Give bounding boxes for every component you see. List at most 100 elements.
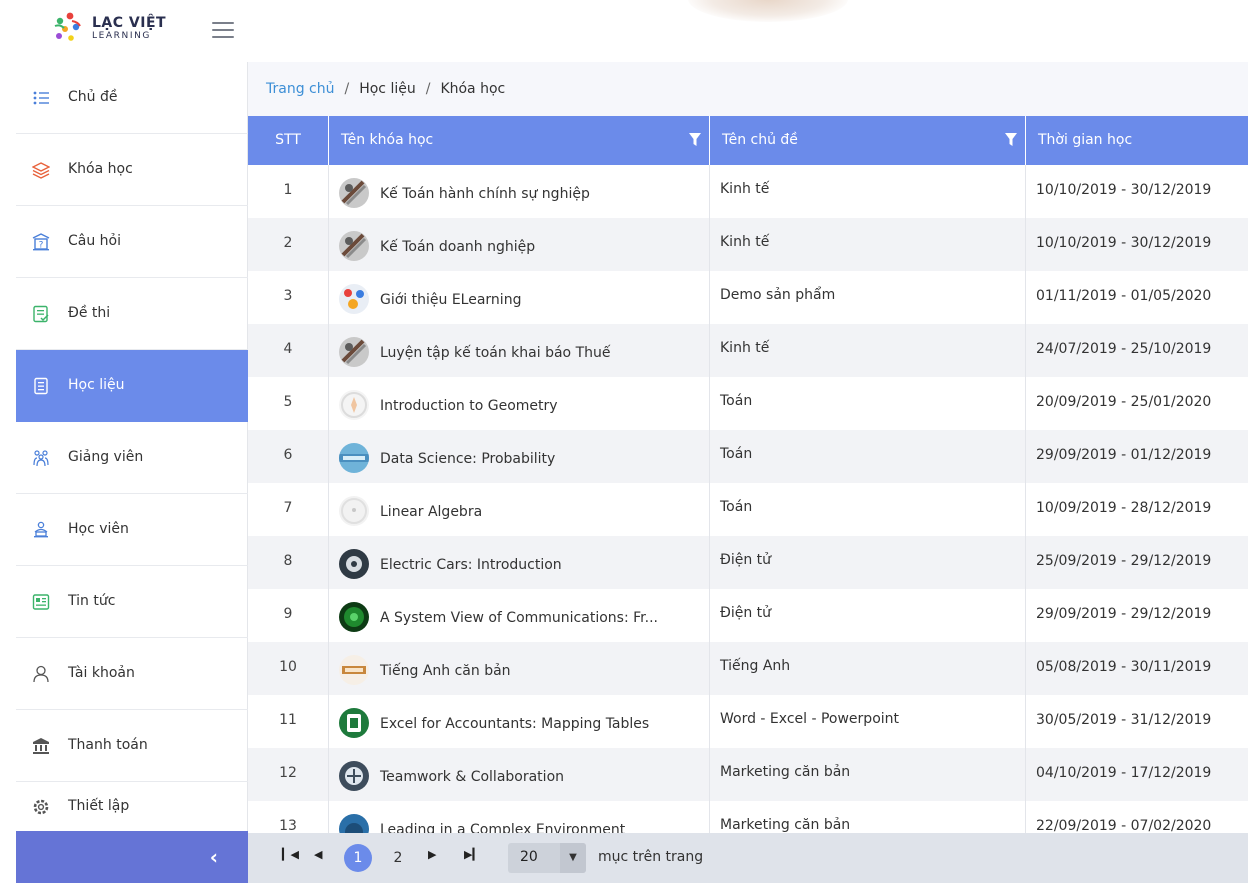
table-row[interactable]: 4 Luyện tập kế toán khai báo Thuế Kinh t… — [248, 324, 1248, 377]
teachers-icon — [32, 449, 50, 467]
cell-stt: 4 — [248, 324, 329, 377]
page-size-label: mục trên trang — [598, 849, 704, 865]
sidebar-item-cau-hoi[interactable]: ? Câu hỏi — [16, 206, 248, 278]
cell-course-name: Tiếng Anh căn bản — [329, 642, 710, 695]
cell-study-time: 01/11/2019 - 01/05/2020 — [1036, 288, 1212, 304]
cell-stt: 3 — [248, 271, 329, 324]
table-row[interactable]: 3 Giới thiệu ELearning Demo sản phẩm 01/… — [248, 271, 1248, 324]
sidebar-item-khoa-hoc[interactable]: Khóa học — [16, 134, 248, 206]
sidebar-item-tin-tuc[interactable]: Tin tức — [16, 566, 248, 638]
sidebar-item-tai-khoan[interactable]: Tài khoản — [16, 638, 248, 710]
breadcrumb-separator: / — [425, 81, 431, 97]
sidebar-item-hoc-lieu[interactable]: Học liệu — [16, 350, 248, 422]
sidebar-item-hoc-vien[interactable]: Học viên — [16, 494, 248, 566]
cell-topic: Word - Excel - Powerpoint — [710, 695, 1026, 748]
course-name[interactable]: A System View of Communications: Fr... — [380, 610, 658, 626]
course-name[interactable]: Data Science: Probability — [380, 451, 555, 467]
brand-logo[interactable]: LẠC VIỆT LEARNING — [52, 10, 202, 50]
sidebar-collapse-button[interactable]: ‹ — [16, 831, 248, 883]
sidebar-item-thanh-toan[interactable]: Thanh toán — [16, 710, 248, 782]
cell-study-time: 04/10/2019 - 17/12/2019 — [1036, 765, 1212, 781]
sidebar-item-label: Chủ đề — [68, 89, 118, 105]
menu-toggle-icon[interactable] — [212, 22, 234, 38]
course-name[interactable]: Teamwork & Collaboration — [380, 769, 564, 785]
cell-topic: Điện tử — [710, 536, 1026, 589]
table-row[interactable]: 6 Data Science: Probability Toán 29/09/2… — [248, 430, 1248, 483]
document-icon — [32, 377, 50, 395]
sidebar-item-de-thi[interactable]: Đề thi — [16, 278, 248, 350]
cell-course-name: Electric Cars: Introduction — [329, 536, 710, 589]
cell-study-time: 25/09/2019 - 29/12/2019 — [1036, 553, 1212, 569]
course-name[interactable]: Excel for Accountants: Mapping Tables — [380, 716, 649, 732]
cell-stt: 7 — [248, 483, 329, 536]
sidebar-item-giang-vien[interactable]: Giảng viên — [16, 422, 248, 494]
course-name[interactable]: Kế Toán hành chính sự nghiệp — [380, 186, 590, 202]
table-row[interactable]: 1 Kế Toán hành chính sự nghiệp Kinh tế 1… — [248, 165, 1248, 218]
sidebar-item-chu-de[interactable]: Chủ đề — [16, 62, 248, 134]
table-row[interactable]: 12 Teamwork & Collaboration Marketing că… — [248, 748, 1248, 801]
cell-topic: Tiếng Anh — [710, 642, 1026, 695]
breadcrumb-level2: Học liệu — [359, 81, 416, 97]
table-row[interactable]: 7 Linear Algebra Toán 10/09/2019 - 28/12… — [248, 483, 1248, 536]
cell-study-time: 10/10/2019 - 30/12/2019 — [1036, 235, 1212, 251]
page-size-select[interactable]: 20 ▼ — [508, 843, 586, 873]
brand-title: LẠC VIỆT — [92, 15, 167, 31]
last-page-icon[interactable]: ▶▎ — [464, 848, 481, 861]
course-name[interactable]: Introduction to Geometry — [380, 398, 558, 414]
course-name[interactable]: Kế Toán doanh nghiệp — [380, 239, 535, 255]
courses-table: STT Tên khóa học Tên chủ đề Thời gian họ… — [248, 116, 1248, 833]
course-name[interactable]: Luyện tập kế toán khai báo Thuế — [380, 345, 610, 361]
table-row[interactable]: 5 Introduction to Geometry Toán 20/09/20… — [248, 377, 1248, 430]
table-row[interactable]: 9 A System View of Communications: Fr...… — [248, 589, 1248, 642]
course-name[interactable]: Giới thiệu ELearning — [380, 292, 521, 308]
course-name[interactable]: Tiếng Anh căn bản — [380, 663, 511, 679]
page-button-2[interactable]: 2 — [384, 844, 412, 872]
page-size-value: 20 — [520, 849, 538, 865]
column-header-label: Tên chủ đề — [722, 132, 798, 148]
cell-topic: Kinh tế — [710, 324, 1026, 377]
brand-subtitle: LEARNING — [92, 31, 152, 41]
cell-study-time: 29/09/2019 - 01/12/2019 — [1036, 447, 1212, 463]
course-thumbnail — [339, 708, 369, 738]
cell-course-name: Luyện tập kế toán khai báo Thuế — [329, 324, 710, 377]
next-page-icon[interactable]: ▶ — [428, 848, 436, 861]
column-header-label: Thời gian học — [1038, 132, 1133, 148]
sidebar-item-thiet-lap[interactable]: Thiết lập — [16, 782, 248, 831]
sidebar-item-label: Câu hỏi — [68, 233, 122, 249]
exam-icon — [32, 305, 50, 323]
course-name[interactable]: Electric Cars: Introduction — [380, 557, 562, 573]
user-icon — [32, 665, 50, 683]
main-content: Trang chủ / Học liệu / Khóa học STT Tên khóa… — [248, 62, 1248, 883]
column-header-stt[interactable]: STT — [248, 116, 329, 165]
filter-icon[interactable] — [1005, 133, 1017, 147]
table-row[interactable]: 11 Excel for Accountants: Mapping Tables… — [248, 695, 1248, 748]
sidebar-item-label: Tài khoản — [68, 665, 135, 681]
page-button-1[interactable]: 1 — [344, 844, 372, 872]
course-thumbnail — [339, 655, 369, 685]
cell-study-time: 10/10/2019 - 30/12/2019 — [1036, 182, 1212, 198]
column-header-topic[interactable]: Tên chủ đề — [710, 116, 1026, 165]
cell-topic: Kinh tế — [710, 218, 1026, 271]
course-thumbnail — [339, 761, 369, 791]
cell-stt: 12 — [248, 748, 329, 801]
column-header-study-time[interactable]: Thời gian học — [1026, 116, 1248, 165]
course-name[interactable]: Leading in a Complex Environment — [380, 822, 625, 833]
cell-stt: 6 — [248, 430, 329, 483]
breadcrumb-current: Khóa học — [440, 81, 506, 97]
cell-course-name: Teamwork & Collaboration — [329, 748, 710, 801]
table-row[interactable]: 13 Leading in a Complex Environment Mark… — [248, 801, 1248, 833]
prev-page-icon[interactable]: ◀ — [314, 848, 322, 861]
course-name[interactable]: Linear Algebra — [380, 504, 482, 520]
column-header-course-name[interactable]: Tên khóa học — [329, 116, 710, 165]
news-icon — [32, 593, 50, 611]
students-icon — [32, 521, 50, 539]
first-page-icon[interactable]: ▎◀ — [282, 848, 299, 861]
table-row[interactable]: 8 Electric Cars: Introduction Điện tử 25… — [248, 536, 1248, 589]
breadcrumb-home-link[interactable]: Trang chủ — [266, 81, 334, 97]
table-row[interactable]: 2 Kế Toán doanh nghiệp Kinh tế 10/10/201… — [248, 218, 1248, 271]
cell-topic: Toán — [710, 483, 1026, 536]
breadcrumb: Trang chủ / Học liệu / Khóa học — [266, 81, 505, 97]
chevron-down-icon: ▼ — [560, 843, 586, 873]
table-row[interactable]: 10 Tiếng Anh căn bản Tiếng Anh 05/08/201… — [248, 642, 1248, 695]
filter-icon[interactable] — [689, 133, 701, 147]
